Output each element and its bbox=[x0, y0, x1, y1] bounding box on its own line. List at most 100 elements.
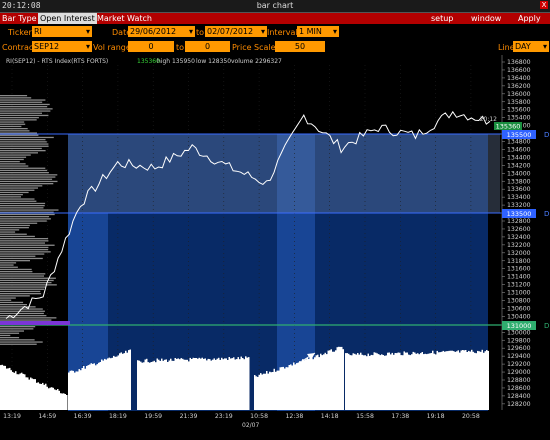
volume-bar bbox=[438, 352, 440, 410]
time-tick-label: 13:19 bbox=[3, 413, 21, 420]
volume-profile-bar bbox=[0, 295, 30, 297]
volume-bar bbox=[426, 354, 428, 410]
volume-bar bbox=[423, 354, 425, 410]
volume-bar bbox=[302, 359, 304, 410]
volume-bar bbox=[117, 355, 119, 410]
close-button[interactable]: X bbox=[540, 1, 548, 9]
volume-profile-bar bbox=[0, 196, 21, 198]
volume-bar bbox=[411, 354, 413, 410]
volume-bar bbox=[158, 359, 160, 410]
price-chart[interactable]: RI(SEP12) - RTS Index(RTS FORTS) 135360 … bbox=[0, 55, 550, 440]
volume-bar bbox=[327, 350, 329, 410]
volume-bar bbox=[405, 352, 407, 410]
menu-bar-type[interactable]: Bar Type bbox=[2, 14, 37, 23]
volume-bar bbox=[432, 350, 434, 410]
volume-bar bbox=[335, 350, 337, 410]
volume-bar bbox=[216, 358, 218, 410]
range-box bbox=[68, 134, 500, 213]
volume-profile-bar bbox=[0, 167, 46, 169]
volume-profile-bar bbox=[0, 194, 23, 196]
price-scale-input[interactable]: 50 bbox=[275, 41, 325, 52]
volume-profile-bar bbox=[0, 134, 39, 136]
time-tick-label: 10:58 bbox=[250, 413, 268, 420]
volume-bar bbox=[346, 353, 348, 410]
volume-profile-bar bbox=[0, 330, 24, 332]
ticker-select[interactable]: RI bbox=[32, 26, 92, 37]
volume-bar bbox=[441, 351, 443, 410]
volume-bar bbox=[240, 356, 242, 410]
vol-from-input[interactable]: 0 bbox=[128, 41, 174, 52]
volume-profile-bar bbox=[0, 103, 50, 106]
volume-profile-bar bbox=[0, 242, 45, 244]
volume-bar bbox=[71, 370, 73, 410]
volume-bar bbox=[159, 360, 161, 410]
menu-apply[interactable]: Apply bbox=[518, 14, 541, 23]
volume-bar bbox=[418, 354, 420, 410]
menu-market-watch[interactable]: Market Watch bbox=[97, 14, 152, 23]
volume-bar bbox=[372, 355, 374, 410]
volume-bar bbox=[27, 377, 29, 410]
volume-profile-bar bbox=[0, 218, 51, 220]
volume-bar bbox=[222, 359, 224, 410]
vol-to-input[interactable]: 0 bbox=[185, 41, 230, 52]
price-tick-label: 128800 bbox=[507, 377, 531, 384]
volume-bar bbox=[376, 353, 378, 410]
volume-bar bbox=[171, 360, 173, 410]
menu-setup[interactable]: setup bbox=[431, 14, 453, 23]
volume-profile-bar bbox=[0, 198, 35, 200]
volume-profile-bar bbox=[0, 279, 54, 282]
volume-bar bbox=[486, 350, 488, 410]
volume-bar bbox=[152, 361, 154, 410]
level-tag-mid-label: 133500 bbox=[507, 210, 532, 218]
chart-volume: volume 2296327 bbox=[231, 58, 282, 65]
volume-bar bbox=[361, 354, 363, 410]
line-select[interactable]: DAY bbox=[513, 41, 549, 52]
volume-bar bbox=[164, 359, 166, 410]
volume-bar bbox=[400, 355, 402, 410]
volume-bar bbox=[318, 357, 320, 410]
volume-profile-bar bbox=[0, 97, 32, 99]
date-from-select[interactable]: 29/06/2012 bbox=[128, 26, 195, 37]
volume-bar bbox=[463, 350, 465, 410]
volume-bar bbox=[213, 358, 215, 410]
volume-bar bbox=[31, 378, 33, 410]
volume-bar bbox=[388, 352, 390, 410]
price-tick-label: 128600 bbox=[507, 385, 531, 392]
chart-high: high 135950 bbox=[157, 58, 195, 65]
volume-bar bbox=[58, 390, 60, 410]
volume-bar bbox=[414, 352, 416, 410]
volume-bar bbox=[282, 366, 284, 410]
volume-bar bbox=[52, 387, 54, 410]
volume-bar bbox=[483, 352, 485, 410]
controls-row-1: Ticker RI Date 29/06/2012 to 02/07/2012 … bbox=[0, 25, 550, 39]
menu-open-interest[interactable]: Open Interest bbox=[38, 13, 97, 24]
volume-bar bbox=[22, 373, 24, 410]
volume-bar bbox=[480, 351, 482, 410]
price-tick-label: 130600 bbox=[507, 305, 531, 312]
volume-bar bbox=[299, 361, 301, 410]
volume-bar bbox=[219, 359, 221, 410]
price-tick-label: 131000 bbox=[507, 290, 531, 297]
volume-profile-bar bbox=[0, 268, 32, 271]
volume-bar bbox=[30, 377, 32, 410]
volume-profile-bar bbox=[0, 337, 20, 339]
volume-bar bbox=[197, 358, 199, 410]
volume-profile-bar bbox=[0, 273, 46, 275]
volume-bar bbox=[233, 357, 235, 410]
date-to-select[interactable]: 02/07/2012 bbox=[205, 26, 267, 37]
volume-bar bbox=[45, 383, 47, 410]
price-tick-label: 135400 bbox=[507, 115, 531, 122]
volume-bar bbox=[182, 358, 184, 410]
interval-select[interactable]: 1 MIN bbox=[297, 26, 339, 37]
menu-window[interactable]: window bbox=[471, 14, 501, 23]
contract-select[interactable]: SEP12 bbox=[32, 41, 92, 52]
volume-bar bbox=[399, 352, 401, 410]
volume-bar bbox=[146, 358, 148, 410]
price-tick-label: 129800 bbox=[507, 337, 531, 344]
volume-profile-bar bbox=[0, 231, 16, 233]
volume-bar bbox=[317, 354, 319, 410]
volume-bar bbox=[51, 387, 53, 410]
volume-bar bbox=[323, 354, 325, 410]
volume-bar bbox=[288, 365, 290, 410]
volume-bar bbox=[487, 350, 489, 410]
